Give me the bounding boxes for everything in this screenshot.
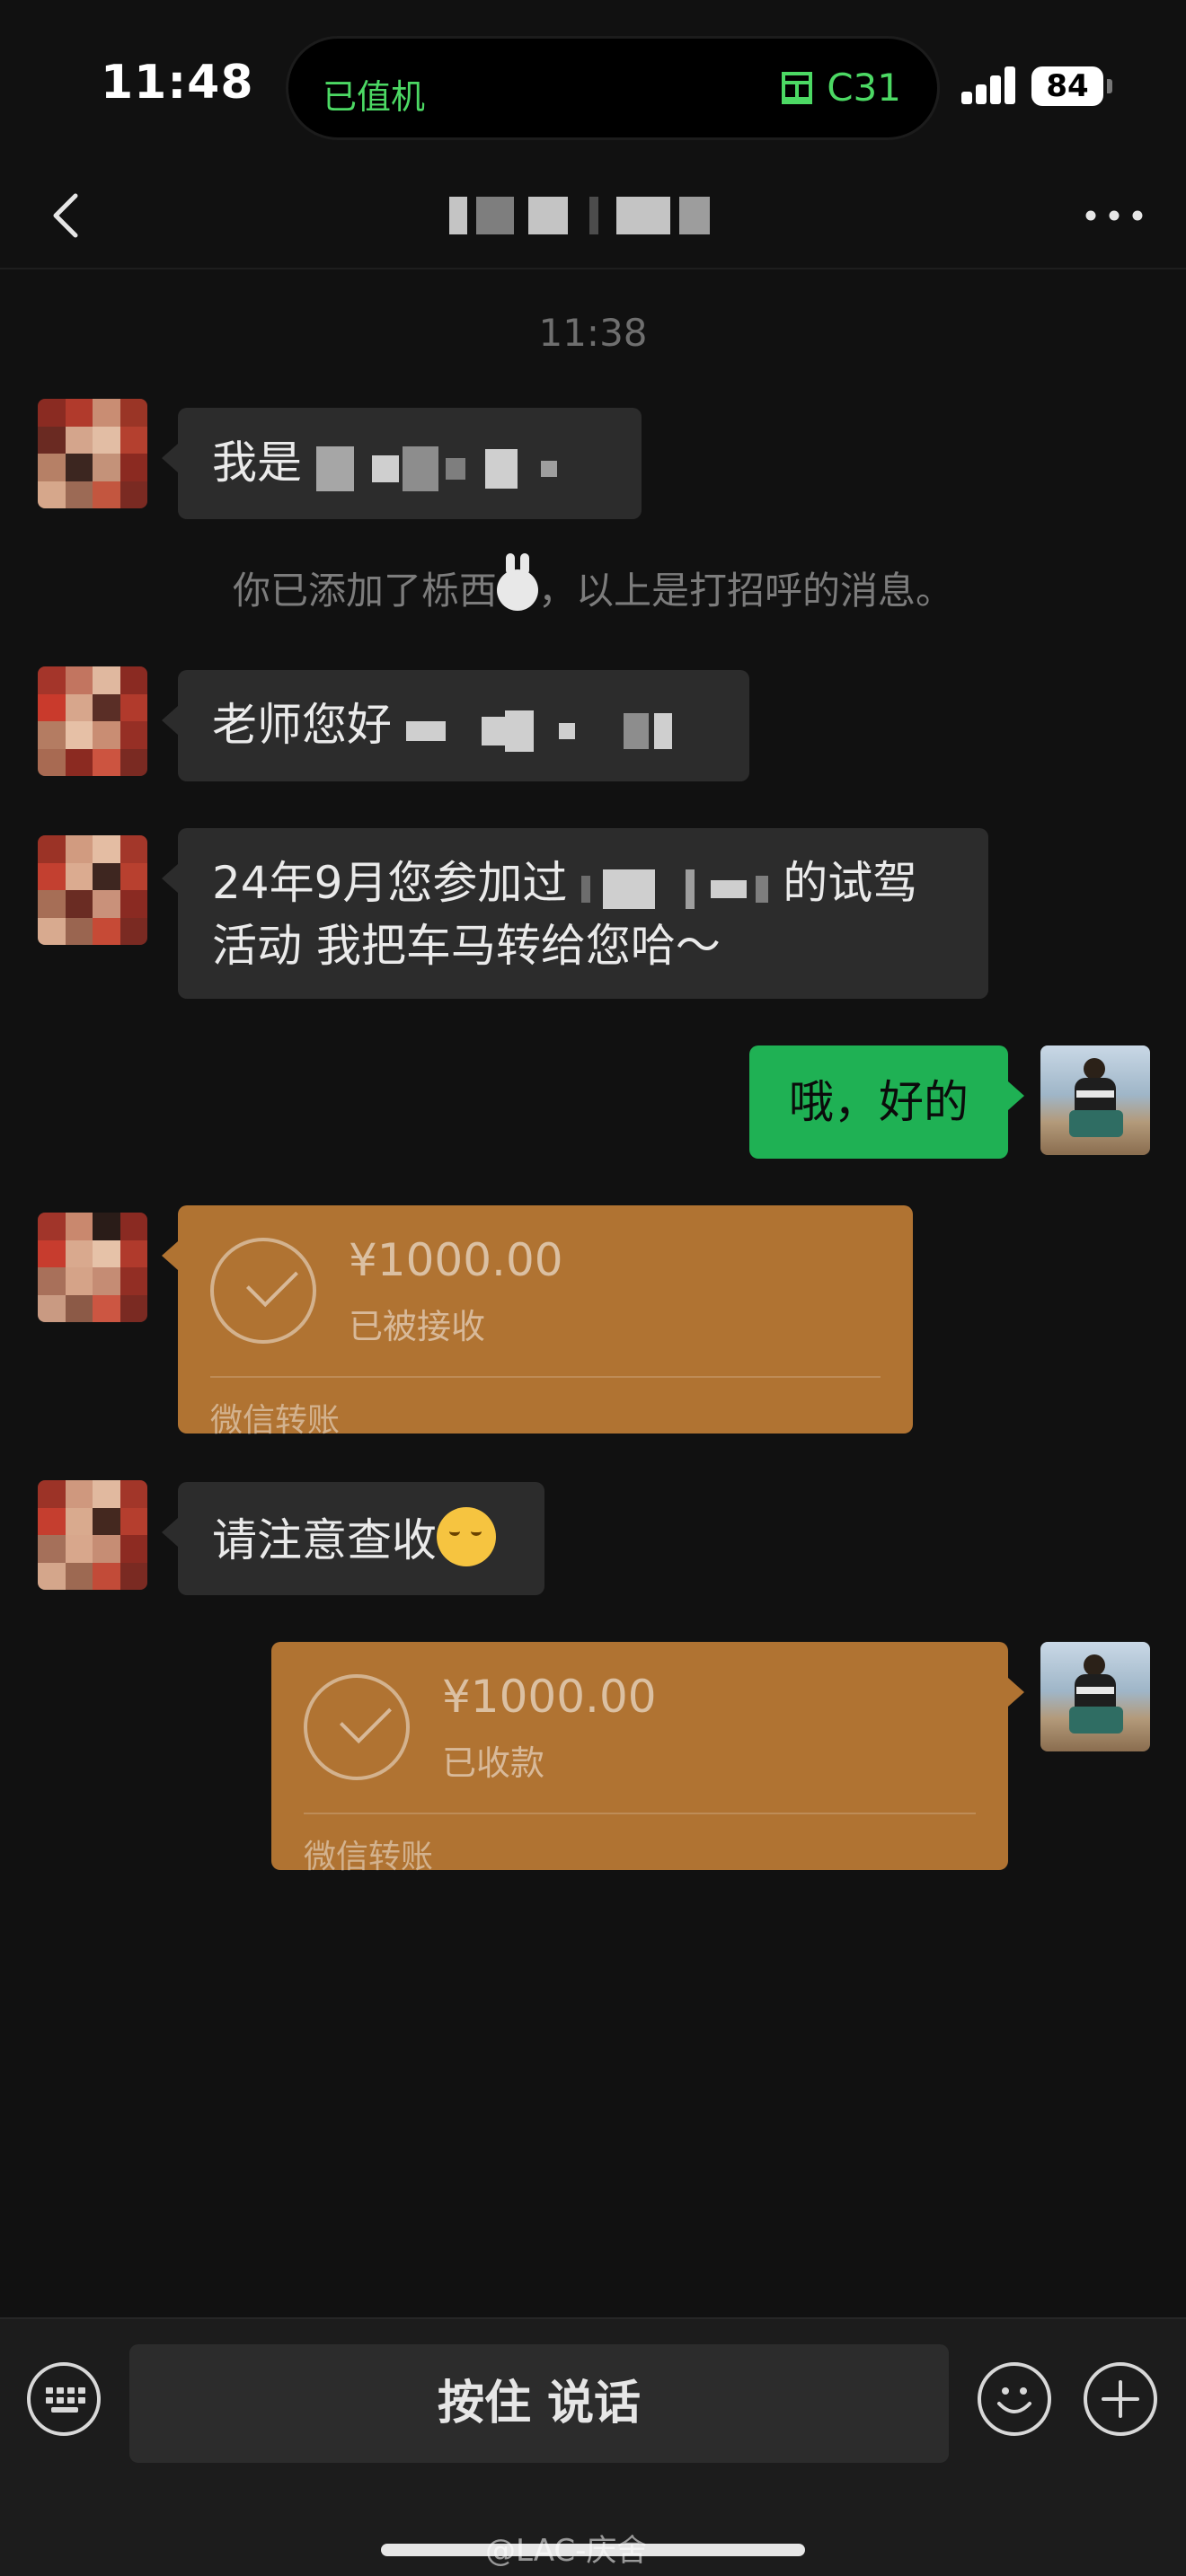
message-text: 我是 xyxy=(212,437,302,489)
redacted-text xyxy=(581,857,769,916)
thinking-emoji-icon xyxy=(437,1507,496,1566)
my-avatar[interactable] xyxy=(1040,1045,1150,1155)
transfer-card[interactable]: ¥1000.00 已被接收 微信转账 xyxy=(162,1205,913,1439)
message-text-suffix: 的试驾 xyxy=(783,857,918,909)
my-transfer-card[interactable]: ¥1000.00 已收款 微信转账 xyxy=(271,1642,1024,1875)
contact-avatar[interactable] xyxy=(38,1480,147,1590)
system-notice-text: 你已添加了栎西 xyxy=(232,569,497,613)
ellipsis-icon[interactable] xyxy=(1082,198,1146,234)
system-notice: 你已添加了栎西 ，以上是打招呼的消息。 xyxy=(0,553,1186,615)
transfer-label: 微信转账 xyxy=(304,1839,434,1875)
message-text: 24年9月您参加过 xyxy=(212,857,568,909)
message-bubble[interactable]: 我是 xyxy=(162,408,642,519)
emoji-icon[interactable] xyxy=(978,2362,1051,2436)
transfer-status: 已收款 xyxy=(442,1743,545,1783)
message-bubble[interactable]: 老师您好 xyxy=(162,670,749,781)
chevron-left-icon[interactable] xyxy=(43,189,97,243)
message-text: 老师您好 xyxy=(212,699,392,751)
island-gate: C31 xyxy=(780,66,901,110)
chat-header xyxy=(0,162,1186,269)
card-divider xyxy=(210,1376,881,1378)
battery-level: 84 xyxy=(1031,66,1103,106)
gate-number: C31 xyxy=(827,66,901,110)
my-avatar[interactable] xyxy=(1040,1642,1150,1751)
redacted-text xyxy=(405,699,672,758)
contact-avatar[interactable] xyxy=(38,666,147,776)
contact-avatar[interactable] xyxy=(38,835,147,945)
rabbit-emoji-icon xyxy=(497,553,538,611)
dynamic-island[interactable]: 已值机 C31 xyxy=(286,36,940,140)
plus-icon[interactable] xyxy=(1084,2362,1157,2436)
message-text-line2: 活动 我把车马转给您哈～ xyxy=(212,919,721,972)
check-circle-icon xyxy=(304,1674,410,1780)
contact-name-redacted xyxy=(449,189,710,243)
transfer-status: 已被接收 xyxy=(349,1307,486,1346)
hold-to-talk-button[interactable]: 按住 说话 xyxy=(129,2344,949,2463)
message-text: 哦，好的 xyxy=(789,1076,969,1128)
system-notice-suffix: ，以上是打招呼的消息。 xyxy=(538,569,954,613)
message-line: 24年9月您参加过 的试驾 xyxy=(212,853,954,916)
message-bubble[interactable]: 请注意查收 xyxy=(162,1482,544,1595)
contact-avatar[interactable] xyxy=(38,399,147,508)
keyboard-icon[interactable] xyxy=(27,2362,101,2436)
status-time: 11:48 xyxy=(101,56,254,110)
island-boarding-status: 已值机 xyxy=(323,77,426,117)
gate-icon xyxy=(782,71,813,104)
transfer-label: 微信转账 xyxy=(210,1402,341,1439)
message-timestamp: 11:38 xyxy=(538,311,648,355)
card-divider xyxy=(304,1813,976,1814)
cellular-signal-icon xyxy=(961,66,1017,104)
my-message-bubble[interactable]: 哦，好的 xyxy=(749,1045,1024,1159)
transfer-amount: ¥1000.00 xyxy=(442,1671,657,1723)
check-circle-icon xyxy=(210,1238,316,1344)
redacted-text xyxy=(315,437,557,496)
battery-tip-icon xyxy=(1107,79,1112,93)
watermark: @LAC-庆舍 xyxy=(485,2533,648,2569)
transfer-amount: ¥1000.00 xyxy=(349,1234,563,1286)
message-bubble[interactable]: 24年9月您参加过 的试驾 活动 我把车马转给您哈～ xyxy=(162,828,988,999)
message-text: 请注意查收 xyxy=(212,1514,437,1566)
contact-avatar[interactable] xyxy=(38,1213,147,1322)
